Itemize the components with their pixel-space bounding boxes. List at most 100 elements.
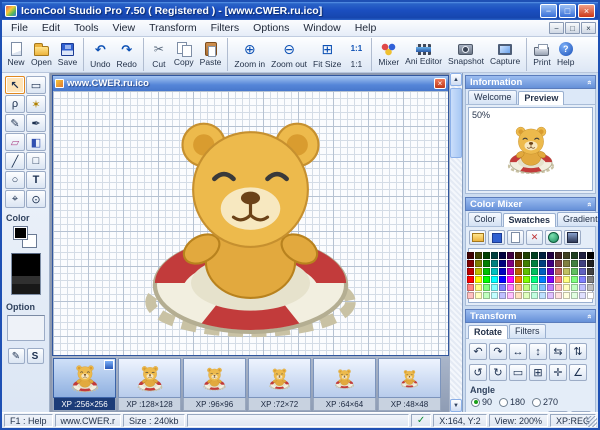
palette-swatch[interactable] <box>467 284 474 291</box>
maximize-button[interactable]: □ <box>559 4 576 18</box>
resize-grip[interactable] <box>586 416 597 427</box>
palette-swatch[interactable] <box>507 260 514 267</box>
palette-swatch[interactable] <box>587 276 594 283</box>
shear-horizontal-button[interactable] <box>549 343 567 360</box>
capture-button[interactable]: Capture <box>487 38 523 71</box>
select-tool[interactable] <box>5 76 25 94</box>
new-palette-button[interactable] <box>507 230 524 245</box>
palette-swatch[interactable] <box>579 252 586 259</box>
web-palette-button[interactable] <box>545 230 562 245</box>
magic-wand-tool[interactable] <box>26 95 46 113</box>
palette-swatch[interactable] <box>587 260 594 267</box>
palette-swatch[interactable] <box>587 252 594 259</box>
fill-tool[interactable] <box>26 133 46 151</box>
palette-swatch[interactable] <box>523 252 530 259</box>
center-button[interactable] <box>549 364 567 381</box>
palette-swatch[interactable] <box>491 252 498 259</box>
palette-swatch[interactable] <box>587 292 594 299</box>
palette-swatch[interactable] <box>555 292 562 299</box>
palette-swatch[interactable] <box>491 292 498 299</box>
palette-swatch[interactable] <box>483 268 490 275</box>
eraser-tool[interactable] <box>5 133 25 151</box>
palette-swatch[interactable] <box>539 292 546 299</box>
palette-swatch[interactable] <box>531 268 538 275</box>
palette-swatch[interactable] <box>491 284 498 291</box>
palette-swatch[interactable] <box>547 284 554 291</box>
menu-item[interactable]: File <box>4 21 35 35</box>
palette-swatch[interactable] <box>531 284 538 291</box>
vertical-scrollbar[interactable]: ▲ ▼ <box>449 73 462 412</box>
copy-button[interactable]: Copy <box>171 38 197 71</box>
flip-horizontal-button[interactable] <box>509 343 527 360</box>
palette-swatch[interactable] <box>499 284 506 291</box>
collapse-chevron-icon[interactable]: » <box>584 80 593 84</box>
edit-canvas[interactable] <box>53 91 448 355</box>
menu-item[interactable]: View <box>106 21 143 35</box>
rotate-right-button[interactable] <box>489 343 507 360</box>
palette-swatch[interactable] <box>555 252 562 259</box>
palette-swatch[interactable] <box>515 284 522 291</box>
mdi-close-button[interactable]: × <box>581 22 596 34</box>
scroll-down-button[interactable]: ▼ <box>450 399 462 412</box>
palette-swatch[interactable] <box>563 268 570 275</box>
palette-swatch[interactable] <box>491 276 498 283</box>
palette-swatch[interactable] <box>515 276 522 283</box>
rotate-left-button[interactable] <box>469 343 487 360</box>
zoom-tool[interactable] <box>26 190 46 208</box>
collapse-chevron-icon[interactable]: » <box>584 314 593 318</box>
palette-swatch[interactable] <box>499 276 506 283</box>
palette-swatch[interactable] <box>579 284 586 291</box>
shear-vertical-button[interactable] <box>569 343 587 360</box>
text-tool[interactable] <box>26 171 46 189</box>
open-palette-button[interactable] <box>469 230 486 245</box>
palette-swatch[interactable] <box>491 268 498 275</box>
palette-swatch[interactable] <box>467 260 474 267</box>
menu-item[interactable]: Options <box>246 21 296 35</box>
palette-swatch[interactable] <box>555 268 562 275</box>
palette-swatch[interactable] <box>483 284 490 291</box>
color-mixer-tab[interactable]: Swatches <box>502 213 557 227</box>
palette-swatch[interactable] <box>563 252 570 259</box>
icon-format-thumbnail[interactable]: XP :256×256 <box>53 358 116 411</box>
palette-swatch[interactable] <box>515 268 522 275</box>
palette-swatch[interactable] <box>531 252 538 259</box>
palette-swatch[interactable] <box>547 252 554 259</box>
palette-swatch[interactable] <box>467 252 474 259</box>
palette-swatch[interactable] <box>515 292 522 299</box>
palette-swatch[interactable] <box>523 260 530 267</box>
palette-swatch[interactable] <box>507 292 514 299</box>
palette-swatch[interactable] <box>475 260 482 267</box>
palette-swatch[interactable] <box>571 276 578 283</box>
minimize-button[interactable]: − <box>540 4 557 18</box>
transform-tab[interactable]: Filters <box>509 324 546 338</box>
palette-swatch[interactable] <box>507 268 514 275</box>
new-button[interactable]: New <box>4 38 28 71</box>
foreground-color-swatch[interactable] <box>12 226 28 240</box>
undo-button[interactable]: Undo <box>83 38 113 71</box>
one-to-one-button[interactable]: 1:1 <box>344 38 368 71</box>
flip-vertical-button[interactable] <box>529 343 547 360</box>
menu-item[interactable]: Window <box>296 21 347 35</box>
marquee-tool[interactable] <box>26 76 46 94</box>
rectangle-tool[interactable] <box>26 152 46 170</box>
palette-swatch[interactable] <box>571 268 578 275</box>
palette-swatch[interactable] <box>499 260 506 267</box>
ani-editor-button[interactable]: Ani Editor <box>402 38 445 71</box>
rotate-cw-90-button[interactable] <box>489 364 507 381</box>
save-palette-button[interactable] <box>488 230 505 245</box>
angle-radio[interactable]: 90 <box>471 397 492 407</box>
palette-swatch[interactable] <box>539 252 546 259</box>
palette-swatch[interactable] <box>563 260 570 267</box>
palette-swatch[interactable] <box>571 252 578 259</box>
palette-swatch[interactable] <box>579 260 586 267</box>
palette-swatch[interactable] <box>523 292 530 299</box>
color-mixer-tab[interactable]: Gradient <box>557 212 598 226</box>
menu-item[interactable]: Filters <box>204 21 247 35</box>
palette-swatch[interactable] <box>483 260 490 267</box>
palette-swatch[interactable] <box>531 276 538 283</box>
menu-item[interactable]: Help <box>348 21 384 35</box>
save-button[interactable]: Save <box>55 38 80 71</box>
angle-radio[interactable]: 180 <box>499 397 525 407</box>
paste-button[interactable]: Paste <box>197 38 225 71</box>
palette-swatch[interactable] <box>555 276 562 283</box>
